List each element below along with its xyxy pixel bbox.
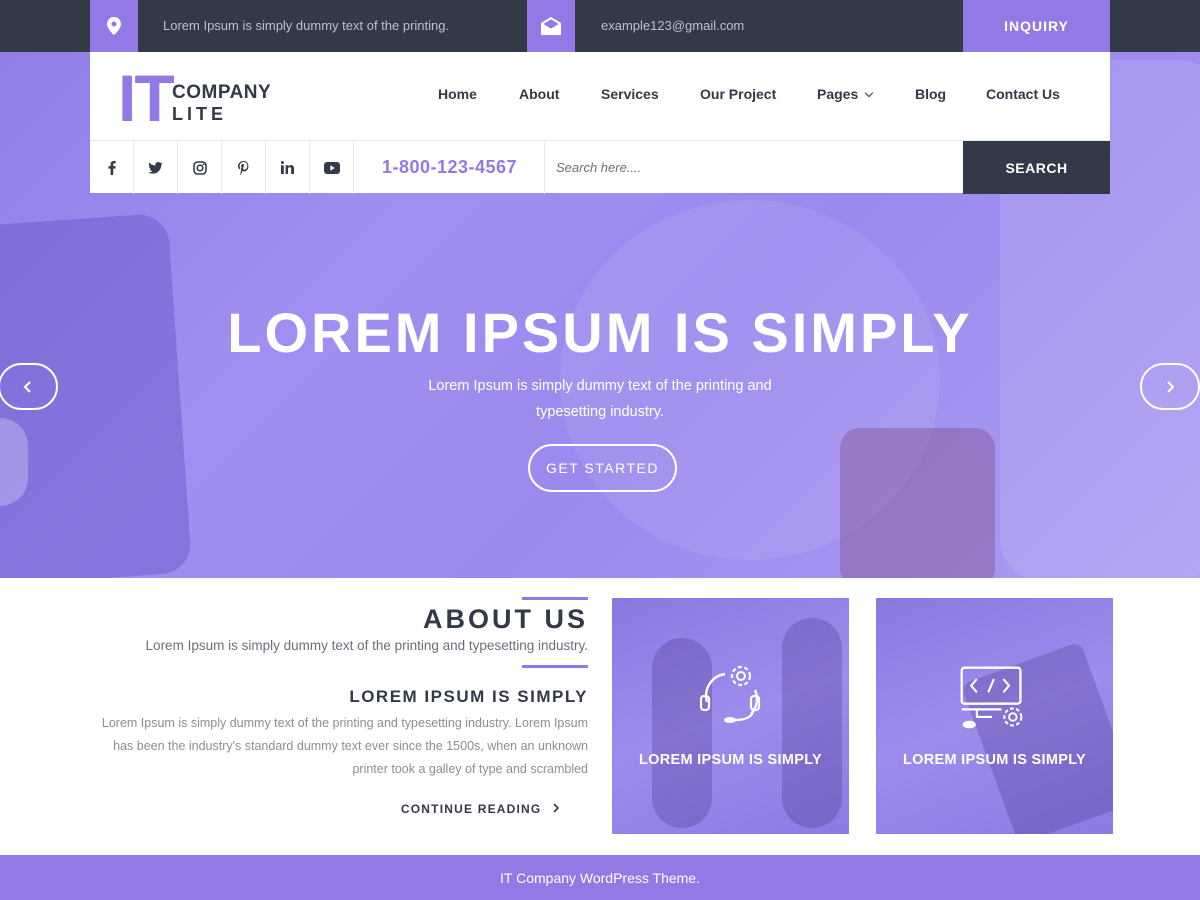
card-label: LOREM IPSUM IS SIMPLY — [902, 752, 1086, 768]
nav-item-about[interactable]: About — [519, 86, 559, 102]
chevron-left-icon — [23, 380, 31, 393]
slider-next-button[interactable] — [1140, 363, 1200, 410]
site-footer: IT Company WordPress Theme. — [0, 855, 1200, 900]
pinterest-icon[interactable] — [222, 141, 266, 194]
service-card[interactable]: LOREM IPSUM IS SIMPLY — [612, 598, 849, 834]
chevron-down-icon — [865, 88, 874, 98]
hero-title: LOREM IPSUM IS SIMPLY — [227, 301, 973, 364]
logo-line-2: LITE — [172, 104, 227, 124]
chevron-right-icon — [553, 803, 560, 813]
support-gear-icon — [699, 665, 761, 723]
twitter-icon[interactable] — [134, 141, 178, 194]
nav-item-our-project[interactable]: Our Project — [700, 86, 776, 102]
phone-number[interactable]: 1-800-123-4567 — [355, 141, 545, 194]
hero-background-shape — [840, 428, 995, 578]
title-decoration-line — [522, 665, 588, 668]
about-subtitle: Lorem Ipsum is simply dummy text of the … — [145, 638, 588, 653]
nav-item-pages[interactable]: Pages — [817, 86, 874, 102]
nav-item-contact-us[interactable]: Contact Us — [986, 86, 1060, 102]
linkedin-icon[interactable] — [266, 141, 310, 194]
top-bar: Lorem Ipsum is simply dummy text of the … — [0, 0, 1200, 52]
header-subbar: 1-800-123-4567 SEARCH — [90, 140, 1110, 194]
top-bar-email[interactable]: example123@gmail.com — [601, 0, 744, 52]
about-heading: LOREM IPSUM IS SIMPLY — [349, 687, 588, 706]
continue-reading-label: CONTINUE READING — [400, 802, 542, 816]
logo-mark: IT — [118, 61, 175, 135]
site-header: IT COMPANY LITE Home About Services Our … — [90, 52, 1110, 194]
about-paragraph: Lorem Ipsum is simply dummy text of the … — [101, 716, 588, 776]
chevron-right-icon — [1167, 380, 1175, 393]
nav-item-pages-label: Pages — [817, 86, 859, 102]
search-button[interactable]: SEARCH — [963, 141, 1110, 194]
map-pin-icon — [90, 0, 138, 52]
slider-prev-button[interactable] — [0, 363, 58, 410]
facebook-icon[interactable] — [90, 141, 134, 194]
instagram-icon[interactable] — [178, 141, 222, 194]
youtube-icon[interactable] — [310, 141, 354, 194]
get-started-button[interactable]: GET STARTED — [528, 444, 677, 492]
service-card[interactable]: LOREM IPSUM IS SIMPLY — [876, 598, 1113, 834]
nav-item-services[interactable]: Services — [601, 86, 659, 102]
envelope-open-icon — [527, 0, 575, 52]
search-input[interactable] — [556, 149, 956, 185]
nav-item-blog[interactable]: Blog — [915, 86, 946, 102]
nav-item-home[interactable]: Home — [438, 86, 477, 102]
top-bar-address: Lorem Ipsum is simply dummy text of the … — [163, 18, 450, 33]
about-title: ABOUT US — [423, 604, 588, 634]
card-image-shape — [782, 618, 842, 828]
logo-line-1: COMPANY — [172, 82, 272, 103]
footer-text: IT Company WordPress Theme. — [500, 869, 700, 886]
continue-reading-link[interactable]: CONTINUE READING — [380, 802, 560, 816]
inquiry-button[interactable]: INQUIRY — [963, 0, 1110, 52]
hero-text: Lorem Ipsum is simply dummy text of the … — [428, 378, 772, 420]
code-monitor-icon — [960, 666, 1023, 729]
card-label: LOREM IPSUM IS SIMPLY — [638, 752, 822, 768]
title-decoration-line — [522, 597, 588, 600]
